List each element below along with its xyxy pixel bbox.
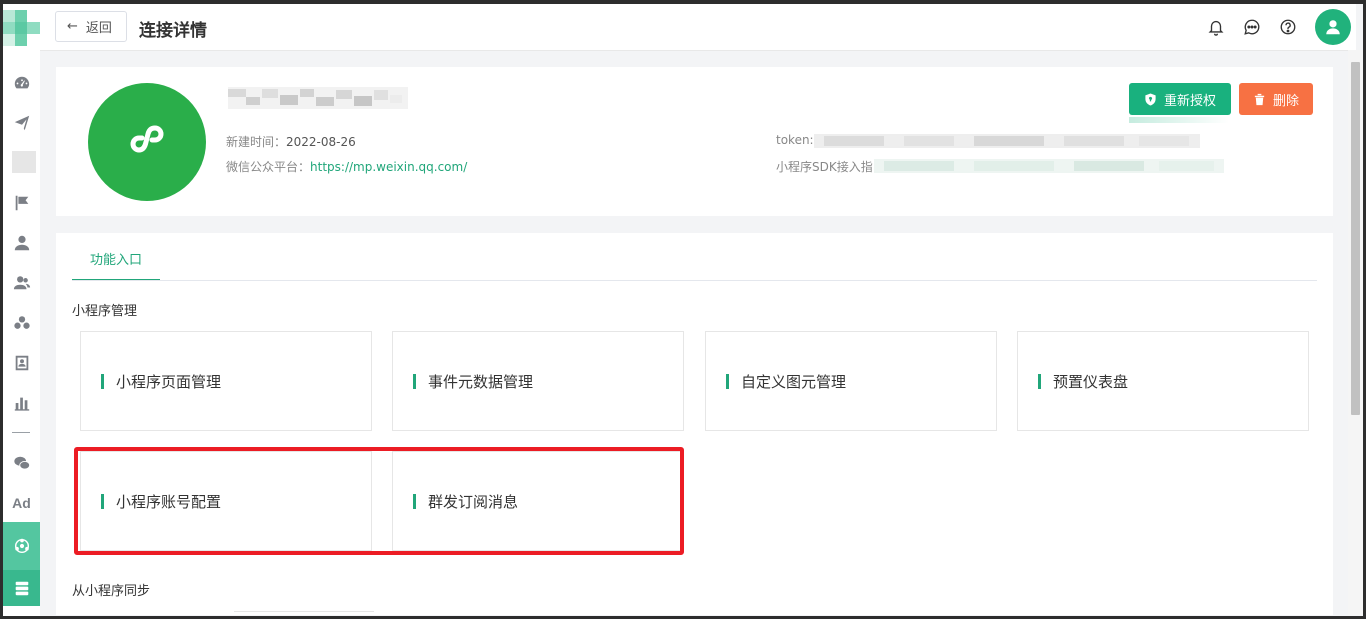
- sync-tile-partial: [234, 611, 374, 618]
- tile-label: 预置仪表盘: [1053, 372, 1129, 391]
- delete-label: 删除: [1272, 93, 1299, 109]
- miniprogram-logo: [88, 83, 206, 201]
- tile-account-config[interactable]: 小程序账号配置: [80, 451, 372, 551]
- send-icon[interactable]: [3, 107, 40, 139]
- wechat-icon[interactable]: [3, 447, 40, 479]
- tile-preset-dashboard[interactable]: 预置仪表盘: [1017, 331, 1309, 431]
- button-shadow: [1129, 117, 1229, 123]
- tab-feature-entry[interactable]: 功能入口: [72, 249, 160, 281]
- tile-event-metadata[interactable]: 事件元数据管理: [392, 331, 684, 431]
- sdk-link-blurred: [874, 159, 1224, 173]
- miniprogram-icon[interactable]: [3, 522, 40, 570]
- tile-custom-metric[interactable]: 自定义图元管理: [705, 331, 997, 431]
- user-icon: [1326, 20, 1340, 35]
- tile-label: 群发订阅消息: [428, 492, 519, 511]
- tile-subscription-message[interactable]: 群发订阅消息: [392, 451, 684, 551]
- sdk-guide: 小程序SDK接入指: [776, 158, 873, 175]
- sidebar-divider: [12, 432, 30, 433]
- bar-chart-icon[interactable]: [3, 387, 40, 419]
- server-icon[interactable]: [3, 570, 40, 606]
- tile-accent-bar: [413, 493, 416, 509]
- back-button[interactable]: ← 返回: [55, 11, 127, 42]
- tile-label: 小程序页面管理: [116, 372, 222, 391]
- tile-label: 自定义图元管理: [741, 372, 847, 391]
- user-icon[interactable]: [3, 227, 40, 259]
- tile-accent-bar: [101, 373, 104, 389]
- back-arrow-icon: ←: [67, 19, 78, 34]
- chat-icon[interactable]: [1243, 18, 1261, 36]
- created-value: 2022-08-26: [286, 135, 356, 149]
- sidebar: Ad: [3, 4, 40, 616]
- bell-icon[interactable]: [1207, 18, 1225, 36]
- users-icon[interactable]: [3, 267, 40, 299]
- token-label: token:: [776, 133, 814, 147]
- contact-icon[interactable]: [3, 347, 40, 379]
- platform-info: 微信公众平台：https://mp.weixin.qq.com/: [226, 158, 467, 175]
- tile-label: 小程序账号配置: [116, 492, 222, 511]
- delete-button[interactable]: 删除: [1239, 83, 1313, 115]
- dashboard-icon[interactable]: [3, 67, 40, 99]
- section-title-sync: 从小程序同步: [72, 584, 151, 599]
- created-label: 新建时间：: [226, 135, 287, 149]
- shield-icon: [1145, 92, 1156, 106]
- section-title-management: 小程序管理: [72, 304, 138, 319]
- token-info: token:: [776, 133, 814, 147]
- trash-icon: [1254, 93, 1265, 105]
- flag-icon[interactable]: [3, 187, 40, 219]
- top-header: ← 返回 连接详情: [40, 4, 1356, 51]
- tile-accent-bar: [726, 373, 729, 389]
- created-time: 新建时间：2022-08-26: [226, 133, 356, 150]
- tile-accent-bar: [1038, 373, 1041, 389]
- tab-divider: [72, 280, 1317, 281]
- ad-label: Ad: [12, 495, 31, 511]
- tile-label: 事件元数据管理: [428, 372, 534, 391]
- blurred-icon: [12, 151, 36, 173]
- scrollbar-thumb[interactable]: [1351, 62, 1360, 415]
- connection-info-card: 新建时间：2022-08-26 微信公众平台：https://mp.weixin…: [56, 67, 1333, 216]
- link-icon: [130, 125, 164, 153]
- ad-icon[interactable]: Ad: [3, 487, 40, 519]
- tile-page-management[interactable]: 小程序页面管理: [80, 331, 372, 431]
- token-value-blurred: [814, 134, 1200, 148]
- tile-accent-bar: [413, 373, 416, 389]
- page-title: 连接详情: [139, 21, 207, 41]
- platform-label: 微信公众平台：: [226, 160, 311, 174]
- reauthorize-button[interactable]: 重新授权: [1129, 83, 1231, 115]
- app-logo: [3, 10, 40, 56]
- back-button-label: 返回: [85, 21, 112, 36]
- account-name-blurred: [228, 87, 408, 109]
- group-icon[interactable]: [3, 307, 40, 339]
- help-icon[interactable]: [1279, 18, 1297, 36]
- user-avatar[interactable]: [1315, 9, 1351, 45]
- platform-link[interactable]: https://mp.weixin.qq.com/: [310, 160, 467, 174]
- tile-accent-bar: [101, 493, 104, 509]
- reauthorize-label: 重新授权: [1163, 93, 1216, 109]
- sdk-label: 小程序SDK接入指: [776, 160, 873, 174]
